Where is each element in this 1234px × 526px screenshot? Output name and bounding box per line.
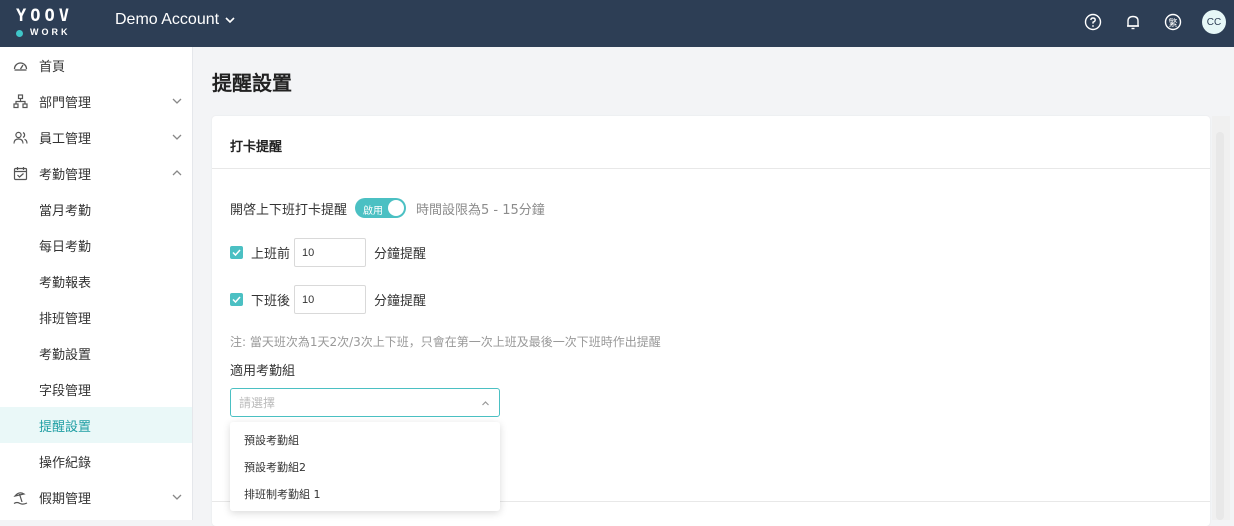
sidebar-subitem-attendance-settings[interactable]: 考勤設置 <box>0 335 192 371</box>
attendance-group-select[interactable]: 請選擇 <box>230 388 500 417</box>
after-work-unit: 分鐘提醒 <box>374 294 427 309</box>
users-icon <box>12 129 28 145</box>
sidebar-item-label: 當月考勤 <box>39 203 92 219</box>
before-work-row: 上班前 分鐘提醒 <box>230 238 426 267</box>
reminder-toggle-switch[interactable]: 啟用 <box>355 198 407 218</box>
sidebar-item-label: 考勤管理 <box>39 167 92 183</box>
org-chart-icon <box>12 93 28 109</box>
sidebar-item-label: 排班管理 <box>39 311 92 327</box>
before-work-label: 上班前 <box>251 247 291 262</box>
toggle-knob <box>388 200 405 216</box>
logo-text: YOOV <box>16 6 73 26</box>
dropdown-option[interactable]: 排班制考勤組 1 <box>230 480 500 507</box>
page-title: 提醒設置 <box>212 71 292 95</box>
sidebar-item-label: 假期管理 <box>39 491 92 507</box>
sidebar-item-label: 字段管理 <box>39 383 92 399</box>
sidebar-item-label: 提醒設置 <box>39 419 92 435</box>
card-title: 打卡提醒 <box>230 140 283 155</box>
logo-dot-icon <box>16 30 23 37</box>
top-bar: YOOV WORK Demo Account 繁 CC <box>0 0 1234 47</box>
scrollbar-thumb[interactable] <box>1216 132 1224 520</box>
dropdown-option[interactable]: 預設考勤組 <box>230 426 500 453</box>
sidebar-item-home[interactable]: 首頁 <box>0 47 192 83</box>
reminder-note: 注: 當天班次為1天2次/3次上下班，只會在第一次上班及最後一次下班時作出提醒 <box>230 335 661 349</box>
attendance-group-dropdown: 預設考勤組 預設考勤組2 排班制考勤組 1 <box>230 422 500 511</box>
sidebar-subitem-monthly-attendance[interactable]: 當月考勤 <box>0 191 192 227</box>
before-work-minutes-input[interactable] <box>294 238 367 267</box>
after-work-row: 下班後 分鐘提醒 <box>230 285 426 314</box>
sidebar-item-attendance[interactable]: 考勤管理 <box>0 155 192 191</box>
language-badge: 繁 <box>1168 18 1178 29</box>
calendar-check-icon <box>12 165 28 181</box>
account-name: Demo Account <box>115 11 220 28</box>
reminder-toggle-row: 開啓上下班打卡提醒 啟用 時間設限為5 - 15分鐘 <box>230 198 545 218</box>
sidebar-subitem-shift-management[interactable]: 排班管理 <box>0 299 192 335</box>
avatar[interactable]: CC <box>1202 10 1226 34</box>
sidebar-item-employees[interactable]: 員工管理 <box>0 119 192 155</box>
sidebar-item-label: 操作紀錄 <box>39 455 92 471</box>
logo-subtext: WORK <box>30 27 71 37</box>
account-switcher[interactable]: Demo Account <box>115 11 235 29</box>
sidebar-item-label: 考勤報表 <box>39 275 92 291</box>
sidebar-item-departments[interactable]: 部門管理 <box>0 83 192 119</box>
sidebar-item-label: 每日考勤 <box>39 239 92 255</box>
chevron-down-icon <box>172 134 182 140</box>
sidebar-item-leave[interactable]: 假期管理 <box>0 479 192 515</box>
after-work-label: 下班後 <box>251 294 291 309</box>
sidebar-subitem-operation-log[interactable]: 操作紀錄 <box>0 443 192 479</box>
attendance-group-label: 適用考勤組 <box>230 364 296 379</box>
toggle-state-text: 啟用 <box>363 206 384 217</box>
main-content: 提醒設置 打卡提醒 開啓上下班打卡提醒 啟用 時間設限為5 - 15分鐘 上班前… <box>194 47 1234 526</box>
top-actions: 繁 CC <box>1064 10 1226 34</box>
dashboard-icon <box>12 57 28 73</box>
beach-icon <box>12 489 28 505</box>
chevron-down-icon <box>172 98 182 104</box>
help-icon[interactable] <box>1082 11 1104 33</box>
after-work-checkbox[interactable] <box>230 293 243 306</box>
toggle-label: 開啓上下班打卡提醒 <box>230 202 348 218</box>
chevron-down-icon <box>225 17 235 24</box>
sidebar-subitem-attendance-report[interactable]: 考勤報表 <box>0 263 192 299</box>
yoov-work-logo[interactable]: YOOV WORK <box>0 0 100 47</box>
chevron-down-icon <box>172 494 182 500</box>
sidebar-item-label: 考勤設置 <box>39 347 92 363</box>
check-icon <box>232 296 241 304</box>
sidebar-subitem-reminder-settings[interactable]: 提醒設置 <box>0 407 192 443</box>
sidebar-subitem-daily-attendance[interactable]: 每日考勤 <box>0 227 192 263</box>
reminder-card: 打卡提醒 開啓上下班打卡提醒 啟用 時間設限為5 - 15分鐘 上班前 分鐘提醒… <box>212 116 1210 526</box>
dropdown-option[interactable]: 預設考勤組2 <box>230 453 500 480</box>
divider <box>212 168 1210 169</box>
select-placeholder: 請選擇 <box>239 396 276 410</box>
language-icon[interactable]: 繁 <box>1162 11 1184 33</box>
sidebar-item-label: 部門管理 <box>39 95 92 111</box>
sidebar: 首頁 部門管理 員工管理 考勤管理 當月考勤 每日考勤 考勤報表 排班管理 考勤… <box>0 47 193 520</box>
before-work-checkbox[interactable] <box>230 246 243 259</box>
chevron-up-icon <box>172 170 182 176</box>
before-work-unit: 分鐘提醒 <box>374 247 427 262</box>
after-work-minutes-input[interactable] <box>294 285 367 314</box>
sidebar-item-label: 首頁 <box>39 59 66 75</box>
check-icon <box>232 249 241 257</box>
toggle-hint: 時間設限為5 - 15分鐘 <box>416 202 545 218</box>
sidebar-item-label: 員工管理 <box>39 131 92 147</box>
sidebar-subitem-field-management[interactable]: 字段管理 <box>0 371 192 407</box>
bell-icon[interactable] <box>1122 11 1144 33</box>
chevron-up-icon <box>482 401 489 406</box>
